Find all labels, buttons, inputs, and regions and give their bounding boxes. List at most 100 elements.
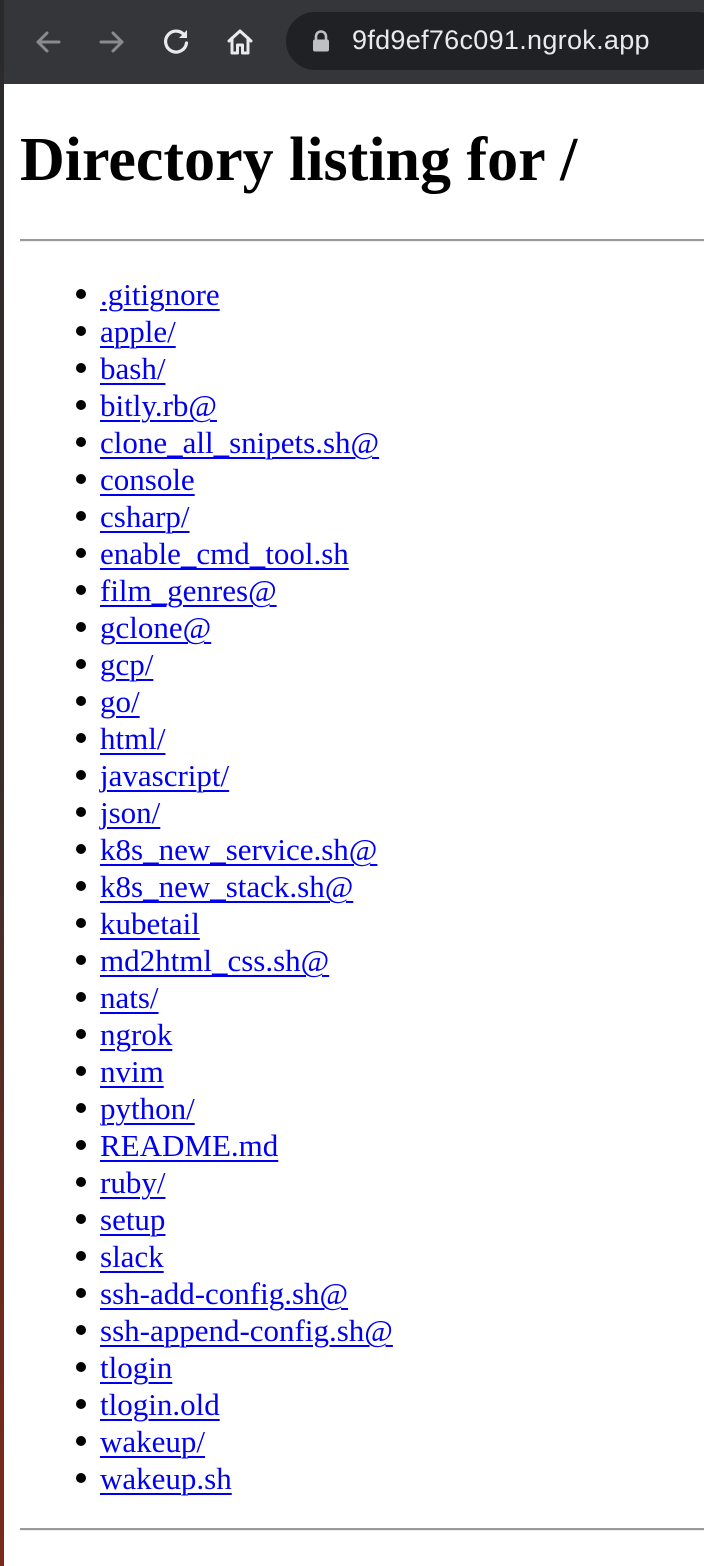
browser-toolbar: 9fd9ef76c091.ngrok.app <box>0 0 704 84</box>
file-link[interactable]: nats/ <box>100 980 159 1015</box>
bullet-icon <box>76 474 86 484</box>
url-text[interactable]: 9fd9ef76c091.ngrok.app <box>352 25 650 56</box>
window-edge <box>0 0 4 1566</box>
file-link[interactable]: javascript/ <box>100 758 229 793</box>
list-item: json/ <box>4 794 393 831</box>
list-item: nats/ <box>4 979 393 1016</box>
divider-bottom <box>20 1528 704 1531</box>
bullet-icon <box>76 400 86 410</box>
file-link[interactable]: .gitignore <box>100 277 220 312</box>
bullet-icon <box>76 918 86 928</box>
reload-button[interactable] <box>152 18 200 66</box>
file-link[interactable]: clone_all_snipets.sh@ <box>100 425 379 460</box>
file-link[interactable]: kubetail <box>100 906 200 941</box>
file-link[interactable]: k8s_new_service.sh@ <box>100 832 377 867</box>
list-item: slack <box>4 1238 393 1275</box>
address-bar[interactable]: 9fd9ef76c091.ngrok.app <box>286 12 704 70</box>
bullet-icon <box>76 511 86 521</box>
file-link[interactable]: wakeup.sh <box>100 1461 232 1496</box>
list-item: gclone@ <box>4 609 393 646</box>
bullet-icon <box>76 363 86 373</box>
file-link[interactable]: ssh-append-config.sh@ <box>100 1313 393 1348</box>
bullet-icon <box>76 1029 86 1039</box>
list-item: k8s_new_service.sh@ <box>4 831 393 868</box>
bullet-icon <box>76 1177 86 1187</box>
bullet-icon <box>76 733 86 743</box>
file-link[interactable]: setup <box>100 1202 165 1237</box>
file-link[interactable]: json/ <box>100 795 160 830</box>
bullet-icon <box>76 1362 86 1372</box>
bullet-icon <box>76 1325 86 1335</box>
file-link[interactable]: ssh-add-config.sh@ <box>100 1276 348 1311</box>
home-button[interactable] <box>216 18 264 66</box>
bullet-icon <box>76 326 86 336</box>
bullet-icon <box>76 1436 86 1446</box>
bullet-icon <box>76 770 86 780</box>
bullet-icon <box>76 289 86 299</box>
file-link[interactable]: gclone@ <box>100 610 211 645</box>
bullet-icon <box>76 659 86 669</box>
file-link[interactable]: html/ <box>100 721 165 756</box>
back-button[interactable] <box>24 18 72 66</box>
file-link[interactable]: bash/ <box>100 351 165 386</box>
file-link[interactable]: enable_cmd_tool.sh <box>100 536 349 571</box>
list-item: md2html_css.sh@ <box>4 942 393 979</box>
list-item: csharp/ <box>4 498 393 535</box>
bullet-icon <box>76 1103 86 1113</box>
file-link[interactable]: film_genres@ <box>100 573 277 608</box>
reload-icon <box>164 29 189 54</box>
file-link[interactable]: md2html_css.sh@ <box>100 943 329 978</box>
file-link[interactable]: nvim <box>100 1054 164 1089</box>
bullet-icon <box>76 881 86 891</box>
file-link[interactable]: go/ <box>100 684 140 719</box>
list-item: clone_all_snipets.sh@ <box>4 424 393 461</box>
list-item: javascript/ <box>4 757 393 794</box>
bullet-icon <box>76 622 86 632</box>
bullet-icon <box>76 955 86 965</box>
list-item: ssh-add-config.sh@ <box>4 1275 393 1312</box>
bullet-icon <box>76 585 86 595</box>
arrow-left-icon <box>36 31 61 53</box>
file-link[interactable]: python/ <box>100 1091 195 1126</box>
home-icon <box>227 29 253 55</box>
page-title: Directory listing for / <box>20 126 578 194</box>
bullet-icon <box>76 992 86 1002</box>
list-item: tlogin <box>4 1349 393 1386</box>
file-link[interactable]: tlogin <box>100 1350 172 1385</box>
file-link[interactable]: tlogin.old <box>100 1387 220 1422</box>
list-item: go/ <box>4 683 393 720</box>
list-item: nvim <box>4 1053 393 1090</box>
file-link[interactable]: console <box>100 462 195 497</box>
file-link[interactable]: gcp/ <box>100 647 153 682</box>
bullet-icon <box>76 1288 86 1298</box>
list-item: setup <box>4 1201 393 1238</box>
list-item: ngrok <box>4 1016 393 1053</box>
bullet-icon <box>76 548 86 558</box>
file-link[interactable]: bitly.rb@ <box>100 388 217 423</box>
bullet-icon <box>76 844 86 854</box>
file-link[interactable]: slack <box>100 1239 164 1274</box>
file-link[interactable]: ruby/ <box>100 1165 165 1200</box>
list-item: bash/ <box>4 350 393 387</box>
file-link[interactable]: k8s_new_stack.sh@ <box>100 869 353 904</box>
bullet-icon <box>76 696 86 706</box>
page-content: Directory listing for / .gitignore apple/… <box>4 84 704 1566</box>
lock-icon[interactable] <box>310 29 332 53</box>
list-item: ruby/ <box>4 1164 393 1201</box>
bullet-icon <box>76 1399 86 1409</box>
list-item: tlogin.old <box>4 1386 393 1423</box>
file-link[interactable]: csharp/ <box>100 499 190 534</box>
list-item: kubetail <box>4 905 393 942</box>
file-link[interactable]: README.md <box>100 1128 278 1163</box>
list-item: apple/ <box>4 313 393 350</box>
forward-button[interactable] <box>88 18 136 66</box>
list-item: gcp/ <box>4 646 393 683</box>
list-item: README.md <box>4 1127 393 1164</box>
list-item: python/ <box>4 1090 393 1127</box>
file-link[interactable]: ngrok <box>100 1017 172 1052</box>
bullet-icon <box>76 807 86 817</box>
file-link[interactable]: apple/ <box>100 314 176 349</box>
arrow-right-icon <box>99 31 124 53</box>
bullet-icon <box>76 437 86 447</box>
file-link[interactable]: wakeup/ <box>100 1424 205 1459</box>
